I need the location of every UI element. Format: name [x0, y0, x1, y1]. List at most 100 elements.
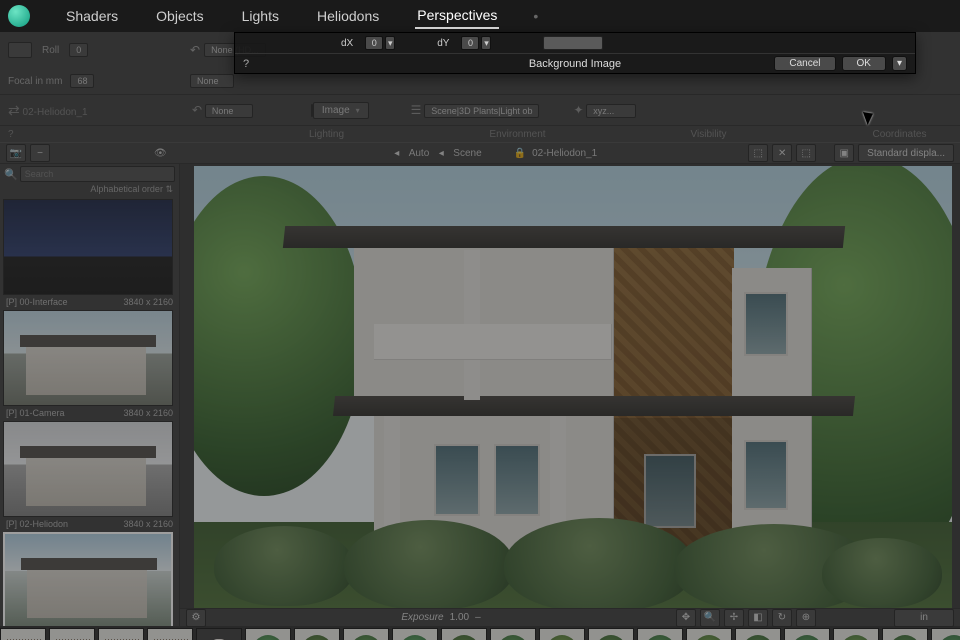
asset-thumb[interactable] — [588, 628, 634, 640]
asset-thumb[interactable] — [49, 628, 95, 640]
display-mode-select[interactable]: Standard displa... — [858, 144, 954, 162]
asset-thumb[interactable] — [686, 628, 732, 640]
asset-thumb[interactable] — [196, 628, 242, 640]
tool-btn-1[interactable]: ⬚ — [748, 144, 768, 162]
background-image-dialog: dX 0▾ dY 0▾ ? Background Image Cancel OK… — [234, 32, 916, 74]
perspective-item[interactable]: [P] 02-Heliodon3840 x 2160 — [0, 421, 179, 531]
nav-perspectives[interactable]: Perspectives — [415, 3, 499, 29]
viewport-toolstrip: 📷 − 👁 ◂ Auto ◂ Scene 🔒 02-Heliodon_1 ⬚ ✕… — [0, 142, 960, 164]
asset-thumb[interactable] — [784, 628, 830, 640]
ok-button[interactable]: OK — [842, 56, 886, 71]
undo-icon-2[interactable]: ↶ — [192, 103, 202, 117]
hdr-dropdown-2[interactable]: None — [190, 74, 234, 88]
scene-layers-select[interactable]: Scene|3D Plants|Light ob — [424, 104, 539, 118]
vp-tool-6[interactable]: ⊕ — [796, 609, 816, 627]
asset-thumb[interactable] — [539, 628, 585, 640]
perspective-thumbnail[interactable] — [3, 199, 173, 295]
eye-icon[interactable]: 👁 — [154, 148, 167, 159]
perspective-name: [P] 00-Interface — [6, 297, 68, 307]
dx-stepper[interactable]: ▾ — [385, 36, 395, 50]
asset-thumb[interactable] — [833, 628, 879, 640]
dialog-title: Background Image — [529, 58, 621, 70]
ok-dropdown-button[interactable]: ▾ — [892, 56, 907, 71]
dy-stepper[interactable]: ▾ — [481, 36, 491, 50]
vp-tool-5[interactable]: ↻ — [772, 609, 792, 627]
sort-label[interactable]: Alphabetical order — [90, 184, 163, 194]
nav-heliodons[interactable]: Heliodons — [315, 4, 381, 28]
dx-value[interactable]: 0 — [365, 36, 383, 50]
vp-tool-3[interactable]: ✢ — [724, 609, 744, 627]
asset-thumb[interactable] — [931, 628, 960, 640]
focal-value[interactable]: 68 — [70, 74, 94, 88]
chevron-left-icon[interactable]: ◂ — [391, 144, 403, 162]
search-icon: 🔍 — [4, 168, 18, 181]
bg-type-select[interactable]: Image — [313, 102, 369, 119]
vp-tool-1[interactable]: ✥ — [676, 609, 696, 627]
remove-button[interactable]: − — [30, 144, 50, 162]
chevron-left-icon-2[interactable]: ◂ — [435, 144, 447, 162]
nav-objects[interactable]: Objects — [154, 4, 205, 28]
vp-tool-4[interactable]: ◧ — [748, 609, 768, 627]
tool-btn-3[interactable]: ⬚ — [796, 144, 816, 162]
perspective-resolution: 3840 x 2160 — [123, 297, 173, 307]
asset-thumb[interactable] — [343, 628, 389, 640]
search-input[interactable] — [20, 166, 175, 182]
nav-overflow-icon[interactable]: • — [533, 8, 538, 24]
dx-label: dX — [341, 38, 353, 49]
top-menu-bar: Shaders Objects Lights Heliodons Perspective… — [0, 0, 960, 32]
perspective-thumbnail[interactable] — [3, 310, 173, 406]
axis-icon[interactable]: ✦ — [573, 103, 583, 117]
asset-thumb[interactable] — [441, 628, 487, 640]
perspective-name: [P] 02-Heliodon — [6, 519, 68, 529]
viewport-bottom-bar: ⚙ Exposure 1.00 – ✥ 🔍 ✢ ◧ ↻ ⊕ in — [180, 608, 960, 626]
help-icon[interactable]: ? — [8, 129, 14, 140]
perspective-item[interactable]: [P] 01-Camera 3840 x 2160 — [0, 310, 179, 420]
asset-thumb[interactable] — [294, 628, 340, 640]
perspective-thumbnail[interactable] — [3, 421, 173, 517]
dy-value[interactable]: 0 — [461, 36, 479, 50]
param-row: ⇄ 02-Heliodon_1 ↶ None Image ☰ Scene|3D … — [0, 94, 960, 126]
asset-thumb[interactable] — [882, 628, 928, 640]
xyz-select[interactable]: xyz... — [586, 104, 636, 118]
add-perspective-button[interactable]: 📷 — [6, 144, 26, 162]
asset-thumb[interactable] — [637, 628, 683, 640]
nav-shaders[interactable]: Shaders — [64, 4, 120, 28]
perspective-thumbnail[interactable] — [3, 532, 173, 626]
sort-arrows-icon[interactable]: ⇅ — [165, 184, 173, 194]
scene-label[interactable]: Scene — [453, 148, 481, 159]
nav-lights[interactable]: Lights — [240, 4, 281, 28]
settings-icon[interactable]: ⚙ — [186, 609, 206, 627]
layers-icon[interactable]: ☰ — [411, 103, 422, 117]
cat-environment: Environment — [465, 129, 570, 140]
perspective-item[interactable]: [P] 02-Heliodon_13840 x 2160 — [0, 532, 179, 626]
asset-thumb[interactable] — [147, 628, 193, 640]
category-labels: ? Lighting Environment Visibility Coordi… — [0, 126, 960, 142]
asset-thumb[interactable] — [98, 628, 144, 640]
roll-value[interactable]: 0 — [69, 43, 88, 57]
asset-thumb[interactable] — [245, 628, 291, 640]
perspective-item[interactable]: [P] 00-Interface 3840 x 2160 — [0, 199, 179, 309]
perspective-resolution: 3840 x 2160 — [123, 408, 173, 418]
undo-icon[interactable]: ↶ — [190, 43, 200, 57]
vp-tool-2[interactable]: 🔍 — [700, 609, 720, 627]
viewport[interactable]: ⚙ Exposure 1.00 – ✥ 🔍 ✢ ◧ ↻ ⊕ in — [180, 164, 960, 626]
tool-btn-2[interactable]: ✕ — [772, 144, 792, 162]
lock-icon[interactable]: 🔒 — [514, 148, 526, 159]
render-view[interactable] — [194, 166, 952, 612]
auto-label[interactable]: Auto — [409, 148, 430, 159]
exposure-value[interactable]: 1.00 — [450, 612, 469, 623]
focal-label: Focal in mm — [8, 76, 62, 87]
asset-thumb[interactable] — [735, 628, 781, 640]
asset-thumb[interactable] — [490, 628, 536, 640]
cancel-button[interactable]: Cancel — [774, 56, 835, 71]
tool-btn-4[interactable]: ▣ — [834, 144, 854, 162]
asset-thumb[interactable] — [0, 628, 46, 640]
dialog-help-icon[interactable]: ? — [243, 58, 249, 70]
unit-select[interactable]: in — [894, 609, 954, 627]
exposure-minus[interactable]: – — [475, 612, 481, 623]
asset-thumbnail-strip[interactable] — [0, 626, 960, 640]
slider[interactable] — [543, 36, 603, 50]
asset-thumb[interactable] — [392, 628, 438, 640]
perspective-name: [P] 01-Camera — [6, 408, 65, 418]
hdr-dropdown-3[interactable]: None — [205, 104, 253, 118]
